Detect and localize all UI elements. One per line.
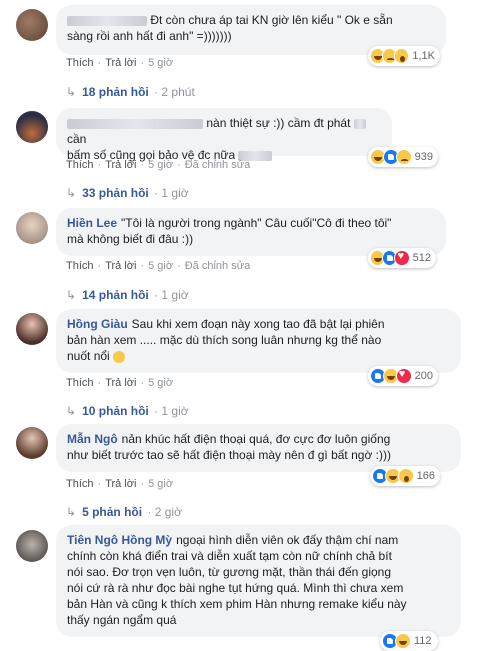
- reaction-count: 939: [414, 151, 433, 163]
- reply-arrow-icon: ↳: [66, 288, 77, 302]
- replies-time: · 2 giờ: [147, 505, 182, 519]
- comment-text-line1: ngoại hình diễn viên ok đấy thậm chí nam: [176, 533, 399, 547]
- haha-icon: [395, 633, 411, 649]
- comment-text-line2: sàng rồi anh hất đi anh" =))))))): [67, 29, 232, 43]
- comment-text-line1: nàn thiệt sự :)) cầm đt phát: [206, 116, 351, 130]
- like-link[interactable]: Thích: [66, 57, 94, 69]
- comment-actions: Thích · Trả lời · 5 giờ: [66, 377, 174, 389]
- edited-label[interactable]: Đã chỉnh sửa: [185, 159, 250, 171]
- reaction-count: 112: [414, 635, 432, 647]
- replies-time: · 1 giờ: [154, 404, 189, 418]
- comment-text-line3: nuốt nổi: [67, 349, 110, 363]
- reply-link[interactable]: Trả lời: [105, 478, 136, 490]
- wow-icon: [397, 468, 414, 484]
- comment-bubble: Mẫn Ngô nản khúc hất điện thoại quá, đơ c…: [56, 424, 461, 472]
- replies-time: · 1 giờ: [154, 288, 189, 302]
- replies-count[interactable]: 5 phản hồi: [82, 505, 142, 519]
- reaction-summary[interactable]: 166: [370, 466, 440, 486]
- comment-text-line2: mà không biết đi đâu :)): [67, 232, 194, 246]
- comment-text-line1: Đt còn chưa áp tai KN giờ lên kiểu " Ok …: [150, 13, 393, 27]
- reaction-count: 166: [416, 470, 435, 482]
- comment-author[interactable]: Hồng Giàu: [67, 317, 128, 331]
- like-link[interactable]: Thích: [66, 260, 94, 272]
- timestamp[interactable]: 5 giờ: [148, 260, 173, 272]
- comment-text-line3: nói sao. Đơ trọn vẹn luôn, từ gương mặt,…: [67, 565, 391, 579]
- comment-actions: Thích · Trả lời · 5 giờ · Đã chỉnh sửa: [66, 260, 251, 272]
- avatar[interactable]: [16, 212, 48, 244]
- comment-author[interactable]: Tiên Ngô Hồng Mỳ: [67, 533, 172, 547]
- reply-link[interactable]: Trả lời: [105, 377, 136, 389]
- reply-link[interactable]: Trả lời: [105, 159, 136, 171]
- timestamp[interactable]: 5 giờ: [148, 377, 173, 389]
- wow-icon: [394, 48, 410, 64]
- comment-text-line4: nói cứ rà rà như đọc bài nghe tụt hứng q…: [67, 581, 404, 595]
- view-replies[interactable]: ↳ 18 phản hồi · 2 phút: [66, 85, 195, 99]
- comment-author[interactable]: Hiền Lee: [67, 216, 117, 230]
- comment-text-line6: thấy ngán ngẩm quá: [67, 613, 177, 627]
- reaction-count: 512: [412, 252, 432, 264]
- reaction-summary[interactable]: 1,1K: [368, 46, 440, 66]
- reaction-summary[interactable]: 512: [368, 248, 436, 268]
- comment-bubble: Tiên Ngô Hồng Mỳ ngoại hình diễn viên ok …: [56, 525, 461, 637]
- redacted-text: [353, 118, 366, 129]
- reply-link[interactable]: Trả lời: [105, 57, 136, 69]
- view-replies[interactable]: ↳ 10 phản hồi · 1 giờ: [66, 404, 189, 418]
- reaction-summary[interactable]: 112: [380, 631, 438, 651]
- like-link[interactable]: Thích: [66, 377, 94, 389]
- comment-author[interactable]: Mẫn Ngô: [67, 432, 118, 446]
- reaction-summary[interactable]: 200: [368, 366, 438, 386]
- like-link[interactable]: Thích: [66, 478, 94, 490]
- replies-count[interactable]: 14 phản hồi: [82, 288, 149, 302]
- avatar[interactable]: [16, 9, 48, 41]
- reaction-count: 200: [414, 370, 433, 382]
- reply-arrow-icon: ↳: [66, 404, 77, 418]
- timestamp[interactable]: 5 giờ: [148, 57, 173, 69]
- view-replies[interactable]: ↳ 33 phản hồi · 1 giờ: [66, 186, 189, 200]
- comment-text-line2: bản hàn xem ..... mặc dù thích song luân…: [67, 333, 382, 347]
- edited-label[interactable]: Đã chỉnh sửa: [185, 260, 250, 272]
- comment-text-line1: Sau khi xem đoạn này xong tao đã bật lại…: [131, 317, 385, 331]
- love-icon: [394, 250, 410, 266]
- reply-arrow-icon: ↳: [66, 505, 77, 519]
- timestamp[interactable]: 5 giờ: [148, 478, 173, 490]
- reply-link[interactable]: Trả lời: [105, 260, 136, 272]
- replies-time: · 1 giờ: [154, 186, 189, 200]
- reaction-summary[interactable]: 939: [368, 147, 438, 167]
- comment-text-line1: "Tôi là người trong ngành" Câu cuối"Cô đ…: [121, 216, 392, 230]
- avatar[interactable]: [16, 313, 48, 345]
- comment-actions: Thích · Trả lời · 5 giờ: [66, 478, 174, 490]
- timestamp[interactable]: 5 giờ: [148, 159, 173, 171]
- comment-text-line1b: cần: [67, 132, 87, 146]
- comment-actions: Thích · Trả lời · 5 giờ · Đã chỉnh sửa: [66, 159, 251, 171]
- view-replies[interactable]: ↳ 14 phản hồi · 1 giờ: [66, 288, 189, 302]
- replies-count[interactable]: 18 phản hồi: [82, 85, 149, 99]
- crying-emoji-icon: [113, 350, 126, 363]
- avatar[interactable]: [16, 111, 48, 143]
- replies-count[interactable]: 33 phản hồi: [82, 186, 149, 200]
- love-icon: [395, 368, 412, 384]
- replies-count[interactable]: 10 phản hồi: [82, 404, 149, 418]
- replies-time: · 2 phút: [154, 85, 195, 99]
- comment-bubble: Hồng Giàu Sau khi xem đoạn này xong tao đ…: [56, 309, 461, 373]
- comment-text-line2: chính còn khá điển trai và diễn xuất tạm…: [67, 549, 392, 563]
- sad-icon: [395, 149, 412, 165]
- comment-text-line5: bản Hàn và cũng k thích xem phim Hàn như…: [67, 597, 407, 611]
- reaction-count: 1,1K: [412, 50, 436, 62]
- redacted-name: [67, 15, 147, 26]
- redacted-name: [67, 118, 203, 129]
- avatar[interactable]: [16, 427, 48, 459]
- comment-bubble: nàn thiệt sự :)) cầm đt phát cần bấm số …: [56, 108, 392, 162]
- comment-text-line2: như biết trước tao sẽ hất điện thoại mày…: [67, 448, 391, 462]
- reply-arrow-icon: ↳: [66, 85, 77, 99]
- comment-actions: Thích · Trả lời · 5 giờ: [66, 57, 174, 69]
- view-replies[interactable]: ↳ 5 phản hồi · 2 giờ: [66, 505, 182, 519]
- avatar[interactable]: [16, 530, 48, 562]
- comment-text-line1: nản khúc hất điện thoại quá, đơ cực đơ l…: [121, 432, 391, 446]
- like-link[interactable]: Thích: [66, 159, 94, 171]
- reply-arrow-icon: ↳: [66, 186, 77, 200]
